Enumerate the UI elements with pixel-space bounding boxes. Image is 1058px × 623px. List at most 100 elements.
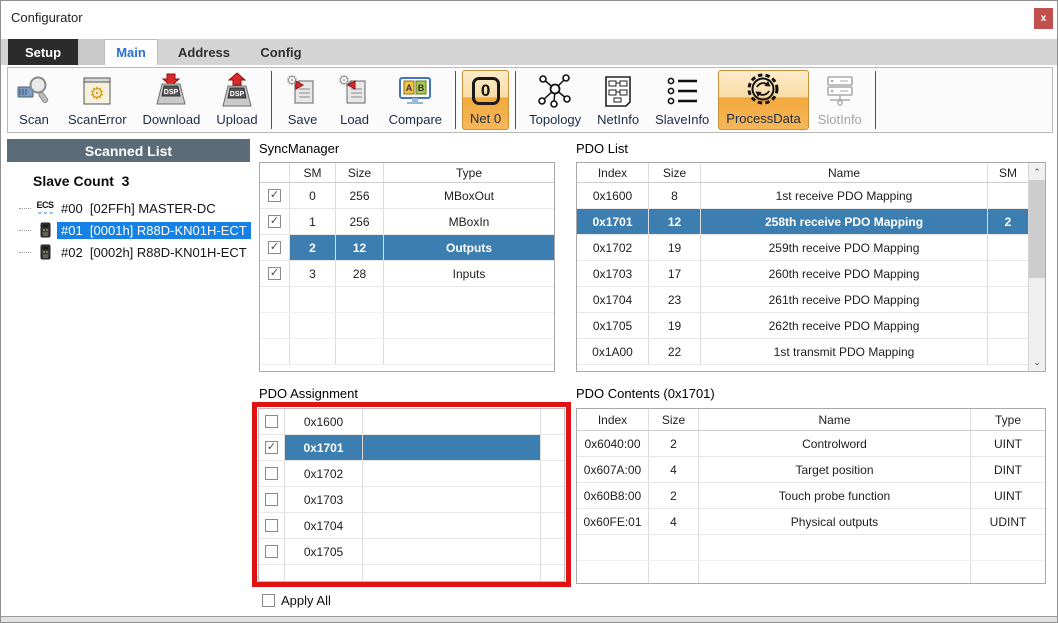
download-button[interactable]: DSP Download	[136, 70, 208, 130]
table-row-selected[interactable]: 0x1701 12 258th receive PDO Mapping 2	[577, 209, 1028, 235]
empty-row	[260, 287, 554, 313]
table-row[interactable]: 0x1A00 22 1st transmit PDO Mapping	[577, 339, 1028, 365]
table-row[interactable]: 0x1702	[259, 461, 564, 487]
apply-all-label: Apply All	[281, 593, 331, 608]
syncmanager-table: SM Size Type ✓ 0 256 MBoxOut ✓ 1 256 MBo…	[259, 162, 555, 372]
table-row[interactable]: 0x607A:00 4 Target position DINT	[577, 457, 1045, 483]
tab-spacer	[78, 39, 104, 65]
pdo-list-title: PDO List	[576, 141, 628, 156]
table-row-selected[interactable]: ✓ 2 12 Outputs	[260, 235, 554, 261]
tree-item-master[interactable]: ECS ⌄⌄⌄ #00 [02FFh] MASTER-DC	[19, 197, 250, 219]
table-row[interactable]: 0x6040:00 2 Controlword UINT	[577, 431, 1045, 457]
scroll-thumb[interactable]	[1029, 180, 1045, 278]
processdata-label: ProcessData	[726, 111, 800, 126]
row-checkbox[interactable]	[265, 415, 278, 428]
processdata-button[interactable]: ProcessData	[718, 70, 808, 130]
toolbar-separator	[875, 71, 876, 129]
slotinfo-button[interactable]: SlotInfo	[811, 70, 869, 130]
scanerror-button[interactable]: ⚙ ScanError	[61, 70, 134, 130]
table-row[interactable]: 0x1600 8 1st receive PDO Mapping	[577, 183, 1028, 209]
scan-button[interactable]: Scan	[9, 70, 59, 130]
svg-text:⚙: ⚙	[90, 84, 105, 103]
scanerror-label: ScanError	[68, 112, 127, 127]
syncmanager-title: SyncManager	[259, 141, 339, 156]
pdo-contents-title: PDO Contents (0x1701)	[576, 386, 715, 401]
compare-a-text: A	[406, 83, 413, 93]
net0-icon: 0	[472, 73, 500, 109]
table-row[interactable]: 0x60FE:01 4 Physical outputs UDINT	[577, 509, 1045, 535]
pdo-list-scrollbar[interactable]: ⌃ ⌄	[1028, 163, 1045, 371]
toolbar-separator	[515, 71, 516, 129]
pdo-assignment-title: PDO Assignment	[259, 386, 358, 401]
upload-button[interactable]: DSP Upload	[209, 70, 264, 130]
table-row[interactable]: 0x1702 19 259th receive PDO Mapping	[577, 235, 1028, 261]
table-row[interactable]: 0x1703	[259, 487, 564, 513]
scroll-up-icon[interactable]: ⌃	[1029, 164, 1045, 180]
load-icon: ⚙	[337, 72, 373, 110]
row-checkbox[interactable]	[265, 545, 278, 558]
net0-label: Net 0	[470, 111, 501, 126]
slotinfo-label: SlotInfo	[818, 112, 862, 127]
window-bottom-edge	[1, 616, 1057, 622]
tree-item-label: #01 [0001h] R88D-KN01H-ECT	[57, 222, 251, 239]
row-checkbox[interactable]: ✓	[268, 215, 281, 228]
save-button[interactable]: ⚙ Save	[278, 70, 328, 130]
titlebar: Configurator x	[1, 1, 1057, 37]
compare-button[interactable]: A B Compare	[382, 70, 449, 130]
topology-label: Topology	[529, 112, 581, 127]
table-row[interactable]: 0x60B8:00 2 Touch probe function UINT	[577, 483, 1045, 509]
net0-button[interactable]: 0 Net 0	[462, 70, 509, 130]
row-checkbox[interactable]	[265, 493, 278, 506]
upload-label: Upload	[216, 112, 257, 127]
slaveinfo-button[interactable]: SlaveInfo	[648, 70, 716, 130]
slaveinfo-label: SlaveInfo	[655, 112, 709, 127]
row-checkbox[interactable]: ✓	[265, 441, 278, 454]
table-row[interactable]: 0x1704	[259, 513, 564, 539]
configurator-window: Configurator x Setup Main Address Config…	[0, 0, 1058, 623]
table-row[interactable]: 0x1600	[259, 409, 564, 435]
compare-b-text: B	[418, 83, 425, 93]
tab-main[interactable]: Main	[104, 39, 158, 65]
compare-label: Compare	[389, 112, 442, 127]
scroll-down-icon[interactable]: ⌄	[1029, 354, 1045, 370]
apply-all-control: Apply All	[262, 593, 331, 608]
table-row[interactable]: ✓ 1 256 MBoxIn	[260, 209, 554, 235]
table-row[interactable]: 0x1704 23 261th receive PDO Mapping	[577, 287, 1028, 313]
tab-config[interactable]: Config	[251, 39, 311, 65]
tab-setup[interactable]: Setup	[8, 39, 78, 65]
apply-all-checkbox[interactable]	[262, 594, 275, 607]
ecs-master-icon: ECS ⌄⌄⌄	[33, 201, 57, 215]
tree-item-slave-01[interactable]: #01 [0001h] R88D-KN01H-ECT	[19, 219, 250, 241]
tab-address[interactable]: Address	[169, 39, 239, 65]
table-row[interactable]: 0x1703 17 260th receive PDO Mapping	[577, 261, 1028, 287]
save-icon: ⚙	[285, 72, 321, 110]
close-button[interactable]: x	[1034, 8, 1053, 29]
row-checkbox[interactable]: ✓	[268, 267, 281, 280]
slave-tree: ECS ⌄⌄⌄ #00 [02FFh] MASTER-DC #01 [0001h…	[19, 197, 250, 263]
scanned-list-header: Scanned List	[7, 139, 250, 162]
row-checkbox[interactable]	[265, 519, 278, 532]
row-checkbox[interactable]: ✓	[268, 241, 281, 254]
download-label: Download	[143, 112, 201, 127]
table-row[interactable]: 0x1705 19 262th receive PDO Mapping	[577, 313, 1028, 339]
table-row-selected[interactable]: ✓ 0x1701	[259, 435, 564, 461]
pdo-contents-table: Index Size Name Type 0x6040:00 2 Control…	[576, 408, 1046, 584]
tree-item-slave-02[interactable]: #02 [0002h] R88D-KN01H-ECT	[19, 241, 250, 263]
compare-icon: A B	[396, 72, 434, 110]
scan-label: Scan	[19, 112, 49, 127]
pdo-list-table: Index Size Name SM 0x1600 8 1st receive …	[576, 162, 1046, 372]
load-button[interactable]: ⚙ Load	[330, 70, 380, 130]
table-row[interactable]: ✓ 0 256 MBoxOut	[260, 183, 554, 209]
row-checkbox[interactable]	[265, 467, 278, 480]
netinfo-button[interactable]: NetInfo	[590, 70, 646, 130]
drive-icon	[33, 244, 57, 260]
netinfo-label: NetInfo	[597, 112, 639, 127]
pdo-assignment-table: 0x1600 ✓ 0x1701 0x1702 0x1703 0x1704	[258, 408, 565, 582]
row-checkbox[interactable]: ✓	[268, 189, 281, 202]
table-row[interactable]: 0x1705	[259, 539, 564, 565]
toolbar-separator	[271, 71, 272, 129]
window-title: Configurator	[11, 10, 83, 25]
table-row[interactable]: ✓ 3 28 Inputs	[260, 261, 554, 287]
scanned-list-panel: Scanned List Slave Count 3 ECS ⌄⌄⌄ #00 […	[7, 139, 250, 616]
topology-button[interactable]: Topology	[522, 70, 588, 130]
